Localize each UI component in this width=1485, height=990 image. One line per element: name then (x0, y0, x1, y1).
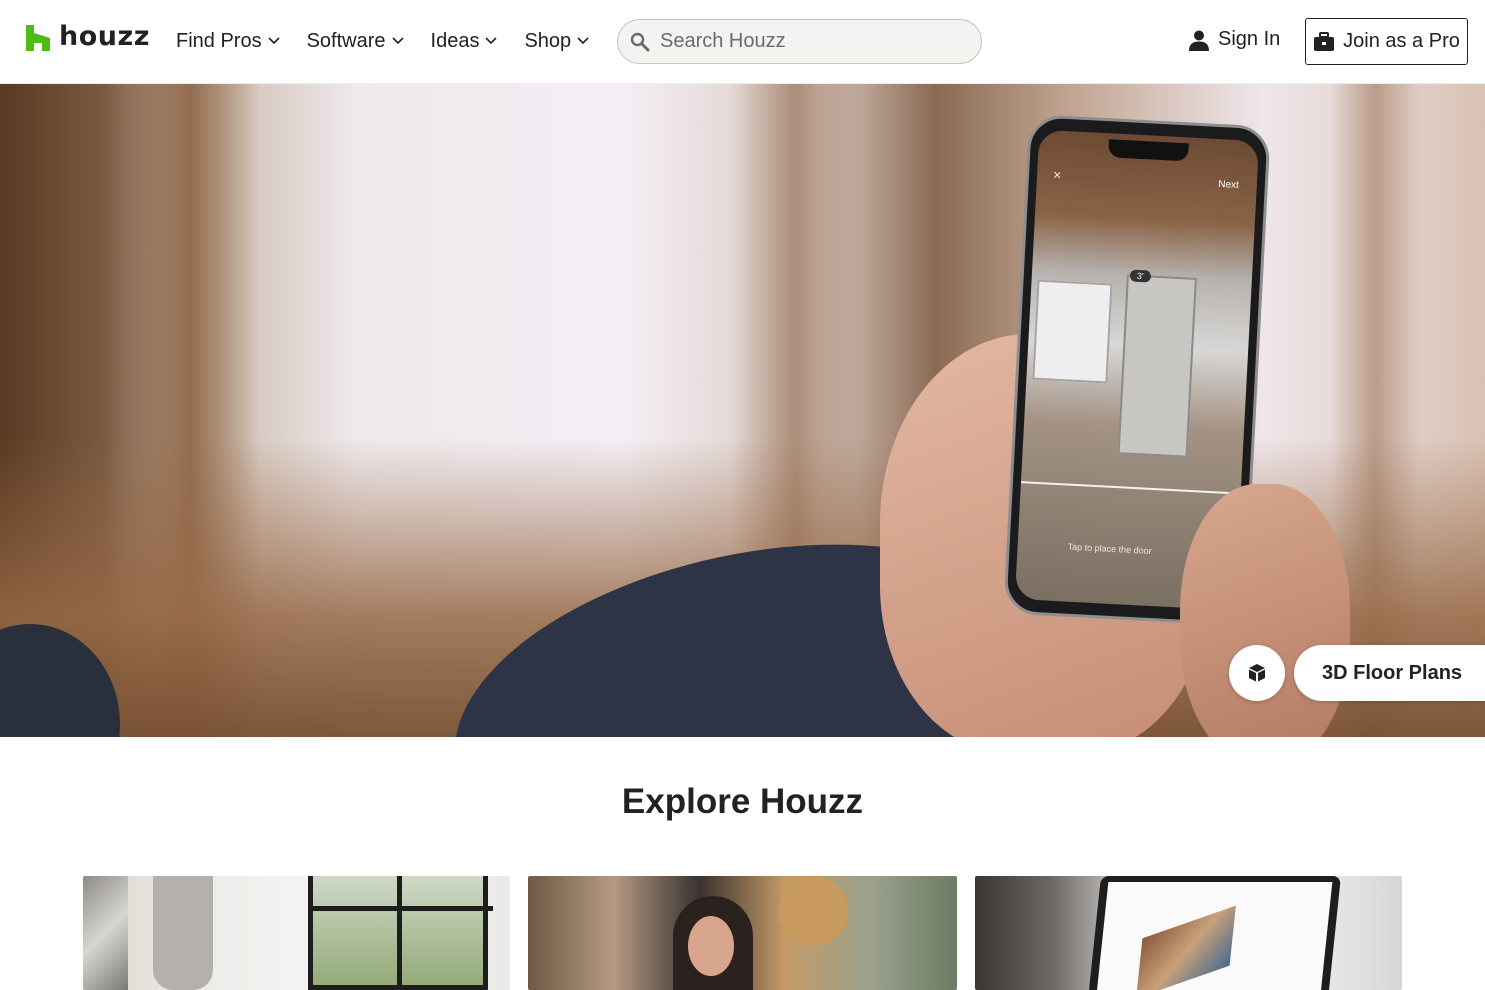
nav-software[interactable]: Software (307, 28, 404, 54)
floor-plan-badge[interactable]: 3D Floor Plans (1294, 645, 1485, 701)
houzz-logo[interactable]: houzz (26, 21, 150, 52)
nav-find-pros[interactable]: Find Pros (176, 28, 280, 54)
logo-text: houzz (59, 21, 150, 52)
phone-close-icon: × (1052, 166, 1062, 183)
search-box[interactable] (617, 19, 982, 64)
join-as-pro-label: Join as a Pro (1343, 30, 1460, 52)
phone-hint-label: Tap to place the door (1067, 541, 1152, 557)
explore-title: Explore Houzz (621, 782, 864, 821)
phone-measure-line (1020, 481, 1241, 495)
nav-label: Find Pros (176, 29, 262, 52)
card-image-detail (688, 916, 734, 976)
explore-card-designer[interactable] (528, 876, 957, 990)
houzz-house-icon (26, 25, 50, 51)
nav-label: Shop (524, 29, 572, 52)
sign-in-link[interactable]: Sign In (1188, 28, 1280, 51)
phone-dimension-label: 3' (1129, 269, 1151, 283)
chevron-down-icon (391, 37, 404, 45)
search-icon (630, 32, 650, 51)
user-icon (1189, 30, 1209, 51)
search-input[interactable] (660, 30, 960, 53)
cube-icon (1249, 664, 1265, 682)
phone-next-label: Next (1217, 179, 1240, 192)
floor-plan-badge-label: 3D Floor Plans (1322, 661, 1463, 684)
nav-label: Software (306, 29, 386, 52)
sign-in-label: Sign In (1218, 28, 1281, 50)
nav-ideas[interactable]: Ideas (431, 28, 498, 54)
explore-card-software[interactable] (975, 876, 1402, 990)
card-image-detail (153, 876, 213, 990)
card-image-detail (778, 876, 848, 946)
nav-shop[interactable]: Shop (524, 28, 589, 54)
join-as-pro-button[interactable]: Join as a Pro (1305, 18, 1468, 65)
main-nav: Find Pros Software Ideas Shop (176, 28, 589, 54)
card-image-detail (83, 876, 128, 990)
phone-notch (1108, 139, 1189, 162)
nav-label: Ideas (430, 29, 480, 52)
phone-window (1032, 279, 1113, 384)
phone-door (1117, 274, 1197, 458)
explore-card-bathroom[interactable] (83, 876, 510, 990)
card-image-detail (308, 876, 493, 990)
hero-video[interactable]: × Next 3' Tap to place the door (0, 84, 1485, 737)
chevron-down-icon (577, 37, 589, 45)
top-header: houzz Find Pros Software Ideas Shop Sear… (0, 0, 1485, 84)
chevron-down-icon (485, 37, 498, 45)
chevron-down-icon (268, 37, 280, 45)
briefcase-icon (1314, 31, 1335, 51)
card-image-detail (1089, 876, 1341, 990)
floor-plan-badge-icon[interactable] (1229, 645, 1285, 701)
